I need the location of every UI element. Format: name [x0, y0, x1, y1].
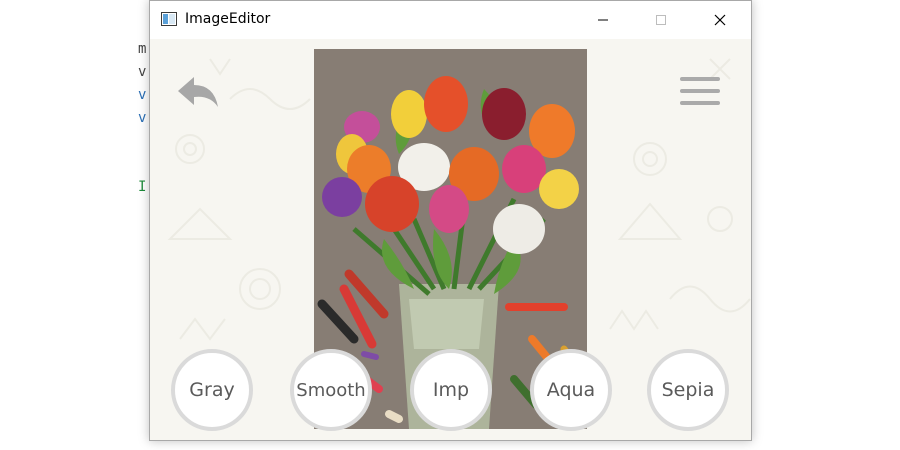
maximize-button[interactable] [638, 1, 684, 39]
filter-gray-button[interactable]: Gray [171, 349, 253, 431]
image-editor-window: ImageEditor Gray Smooth Imp Aqua Sepia [149, 0, 752, 441]
filter-sepia-button[interactable]: Sepia [647, 349, 729, 431]
maximize-icon [656, 15, 666, 25]
menu-bar-line [680, 101, 720, 105]
editor-canvas-area: Gray Smooth Imp Aqua Sepia [150, 39, 751, 440]
minimize-icon [598, 19, 608, 21]
menu-bar-line [680, 77, 720, 81]
close-button[interactable] [697, 1, 743, 39]
filter-imp-button[interactable]: Imp [410, 349, 492, 431]
minimize-button[interactable] [580, 1, 626, 39]
title-bar[interactable]: ImageEditor [150, 1, 751, 39]
window-app-icon [161, 12, 177, 26]
back-arrow-icon[interactable] [174, 73, 222, 113]
close-icon [714, 14, 726, 26]
window-title: ImageEditor [185, 11, 271, 27]
menu-bar-line [680, 89, 720, 93]
filter-smooth-button[interactable]: Smooth [290, 349, 372, 431]
filter-aqua-button[interactable]: Aqua [530, 349, 612, 431]
hamburger-menu-icon[interactable] [678, 77, 722, 109]
